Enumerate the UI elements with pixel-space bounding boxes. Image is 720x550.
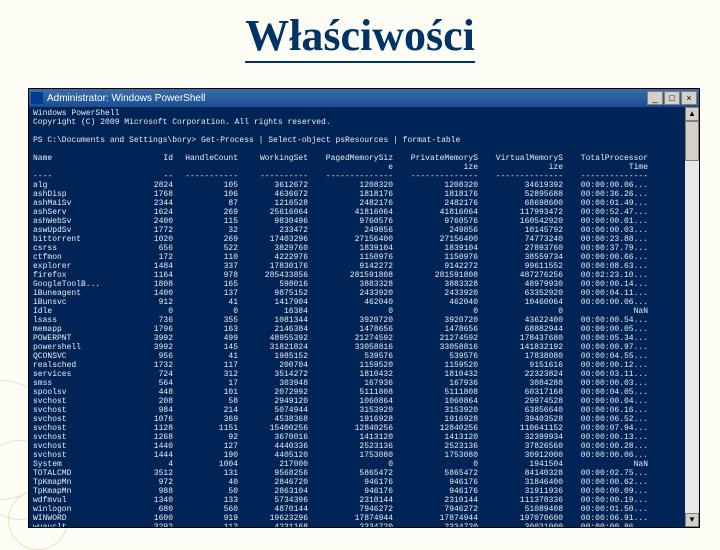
process-row: svchost144012744403362523136252313637826… (33, 442, 695, 451)
process-row: wuauclt329211242311682334720233472030021… (33, 523, 695, 527)
app-icon (31, 92, 43, 104)
process-row: ashDisp176810646366721818176181817652895… (33, 190, 695, 199)
header-row: ----------------------------------------… (33, 172, 695, 181)
process-row: spoolsv448101207299251118085111808603171… (33, 388, 695, 397)
process-row: powershell399214531821824330588163305881… (33, 343, 695, 352)
header-row: NameIdHandleCountWorkingSetPagedMemorySi… (33, 154, 695, 163)
close-button[interactable]: × (681, 91, 697, 105)
process-row: svchost107636945383681916928191692839403… (33, 415, 695, 424)
process-row: ashServ162426925616064418160644181606411… (33, 208, 695, 217)
process-row: QCONSVC956411985152539576539576178380800… (33, 352, 695, 361)
process-row: realsched1732117200704115952011595209151… (33, 361, 695, 370)
process-row: WINWORD160091919623296178749441787494419… (33, 514, 695, 523)
maximize-button[interactable]: □ (664, 91, 680, 105)
process-row: aswUpdSv17723223347224985624985610145792… (33, 226, 695, 235)
window-title: Administrator: Windows PowerShell (47, 93, 647, 104)
scroll-up-button[interactable]: ▲ (685, 107, 699, 121)
header-row: e ize ize Time (33, 163, 695, 172)
banner-line: Copyright (C) 2009 Microsoft Corporation… (33, 118, 695, 127)
process-row: ashMaiSv23448712165282482176248217668698… (33, 199, 695, 208)
process-row: smss56417303948167936167936308428800:00:… (33, 379, 695, 388)
blank-line (33, 127, 695, 136)
process-row: csrss65652238297601839104183910427893760… (33, 244, 695, 253)
process-row: svchost144419044051201753080175308030912… (33, 451, 695, 460)
process-row: firefox116497828543385628159180828159180… (33, 271, 695, 280)
banner-line: Windows PowerShell (33, 109, 695, 118)
process-row: ashWebSv24001159830496976057697605761605… (33, 217, 695, 226)
process-row: ctfmon1721104222976115097611509763855973… (33, 253, 695, 262)
process-row: TOTALCMD35121319568256586547258654728414… (33, 469, 695, 478)
process-row: TpKmapMn97240284672094617694617631846400… (33, 478, 695, 487)
scrollbar[interactable]: ▲ ▼ (685, 107, 699, 527)
process-row: iBuneagent140013798751522433920243392063… (33, 289, 695, 298)
process-row: winlogon68056048701447946272794627251089… (33, 505, 695, 514)
blank-line (33, 145, 695, 154)
process-row: POWERPNT39924994895539221274592212745921… (33, 334, 695, 343)
process-row: lsass73635510813443920720392072043622400… (33, 316, 695, 325)
process-row: services72431235142721810432181043222323… (33, 370, 695, 379)
minimize-button[interactable]: _ (647, 91, 663, 105)
powershell-window: Administrator: Windows PowerShell _ □ × … (28, 88, 700, 528)
scroll-thumb[interactable] (685, 121, 699, 161)
console-output[interactable]: Windows PowerShell Copyright (C) 2009 Mi… (29, 107, 699, 527)
process-row: wdfmvul134013357343962310144231014411137… (33, 496, 695, 505)
process-row: System41004217000001941504 NaN (33, 460, 695, 469)
process-row: GoogleToolB...18081655980163883328388332… (33, 280, 695, 289)
process-row: Idle0016384000 NaN (33, 307, 695, 316)
process-row: svchost208582949120106086410608642997452… (33, 397, 695, 406)
scroll-track[interactable] (685, 121, 699, 513)
process-row: alg2824105361267212083201208320346193920… (33, 181, 695, 190)
process-row: svchost112811511540025612840256128402561… (33, 424, 695, 433)
process-row: iBunsvc912411417904462040462040104600640… (33, 298, 695, 307)
process-row: svchost126892367001614131201413120323999… (33, 433, 695, 442)
process-row: TpKmapMn98850286310494617694617631911936… (33, 487, 695, 496)
process-row: explorer14843371783017691422729142272996… (33, 262, 695, 271)
process-row: bittorrent102026917403296271564002715640… (33, 235, 695, 244)
process-row: svchost984214507494431539203153920638566… (33, 406, 695, 415)
scroll-down-button[interactable]: ▼ (685, 513, 699, 527)
prompt-line: PS C:\Documents and Settings\bory> Get-P… (33, 136, 695, 145)
titlebar[interactable]: Administrator: Windows PowerShell _ □ × (29, 89, 699, 107)
slide-title: Właściwości (245, 10, 475, 63)
process-row: memapp1796163214638414786561478656688829… (33, 325, 695, 334)
